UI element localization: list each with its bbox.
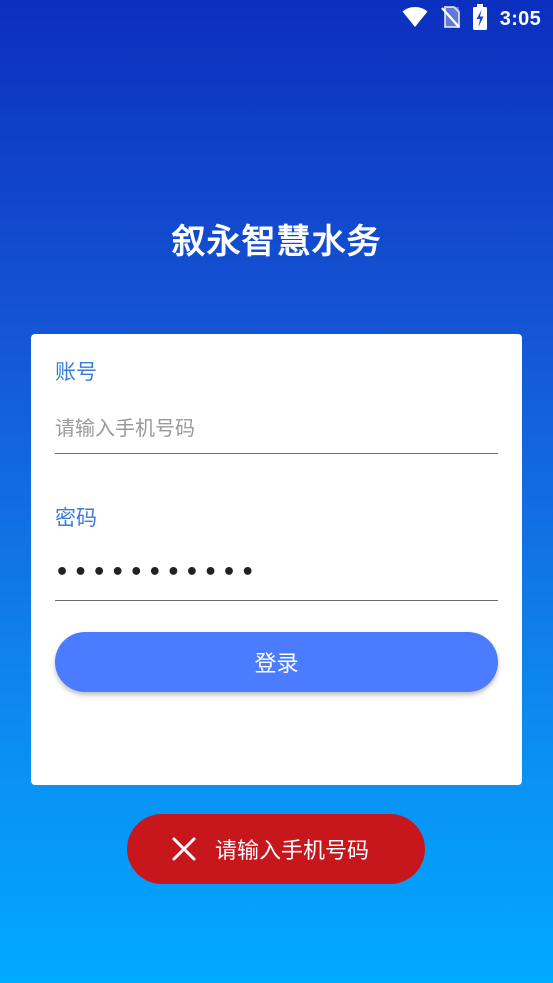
password-input[interactable]: ••••••••••• (55, 560, 259, 585)
status-time: 3:05 (499, 7, 541, 30)
password-field[interactable]: ••••••••••• (55, 550, 498, 601)
account-input[interactable] (55, 403, 498, 453)
app-title: 叙永智慧水务 (171, 222, 382, 262)
status-icons: 3:05 (402, 4, 541, 34)
error-toast: 请输入手机号码 (127, 814, 425, 884)
no-sim-icon (440, 5, 460, 33)
account-label: 账号 (55, 360, 97, 384)
login-button[interactable]: 登录 (55, 632, 498, 692)
toast-message: 请输入手机号码 (215, 839, 370, 864)
battery-charging-icon (472, 4, 488, 34)
wifi-icon (402, 6, 428, 32)
login-card: 账号 密码 ••••••••••• 登录 (31, 334, 522, 785)
account-field (55, 403, 498, 454)
login-screen: 3:05 叙永智慧水务 账号 密码 ••••••••••• 登录 请输入手机号码 (0, 0, 553, 983)
close-icon (171, 836, 197, 862)
password-label: 密码 (55, 506, 97, 530)
status-bar: 3:05 (0, 0, 553, 38)
